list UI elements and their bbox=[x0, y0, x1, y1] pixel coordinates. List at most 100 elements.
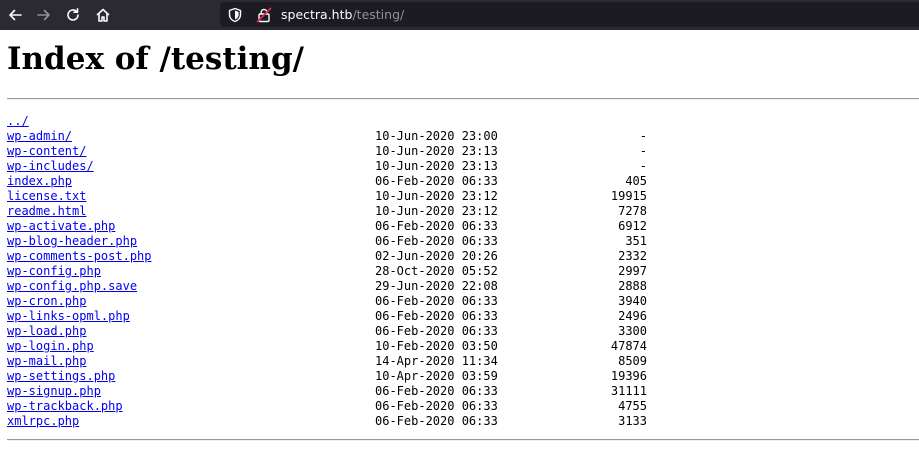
file-date: 10-Jun-2020 23:12 bbox=[375, 189, 498, 203]
listing-row: wp-admin/10-Jun-2020 23:00 - bbox=[7, 129, 647, 144]
listing-row: wp-cron.php 06-Feb-2020 06:33 3940 bbox=[7, 294, 647, 309]
file-date: 06-Feb-2020 06:33 bbox=[375, 399, 498, 413]
shield-icon[interactable] bbox=[227, 7, 243, 23]
file-date: 06-Feb-2020 06:33 bbox=[375, 414, 498, 428]
listing-row: license.txt 10-Jun-2020 23:12 19915 bbox=[7, 189, 647, 204]
browser-toolbar: spectra.htb/testing/ bbox=[0, 0, 919, 30]
file-date: 10-Feb-2020 03:50 bbox=[375, 339, 498, 353]
reload-icon bbox=[67, 8, 79, 21]
url-path: /testing/ bbox=[352, 7, 405, 22]
file-size: 4755 bbox=[618, 399, 647, 413]
file-date: 06-Feb-2020 06:33 bbox=[375, 309, 498, 323]
bottom-divider bbox=[7, 439, 919, 441]
file-link[interactable]: wp-config.php bbox=[7, 264, 101, 279]
listing-row: wp-config.php 28-Oct-2020 05:52 2997 bbox=[7, 264, 647, 279]
top-divider bbox=[7, 98, 919, 100]
file-size: - bbox=[639, 129, 647, 143]
file-date: 02-Jun-2020 20:26 bbox=[375, 249, 498, 263]
file-link[interactable]: wp-includes/ bbox=[7, 159, 94, 174]
file-date: 06-Feb-2020 06:33 bbox=[375, 294, 498, 308]
file-date: 10-Jun-2020 23:13 bbox=[375, 159, 498, 173]
listing-row: wp-content/10-Jun-2020 23:13 - bbox=[7, 144, 647, 159]
file-link[interactable]: index.php bbox=[7, 174, 72, 189]
arrow-left-icon bbox=[9, 9, 22, 21]
file-date: 06-Feb-2020 06:33 bbox=[375, 324, 498, 338]
file-size: 2997 bbox=[618, 264, 647, 278]
url-text[interactable]: spectra.htb/testing/ bbox=[281, 7, 404, 22]
file-date: 10-Jun-2020 23:00 bbox=[375, 129, 498, 143]
listing-row: wp-comments-post.php 02-Jun-2020 20:26 233… bbox=[7, 249, 647, 264]
file-size: 19396 bbox=[610, 369, 647, 383]
file-date: 10-Jun-2020 23:13 bbox=[375, 144, 498, 158]
file-size: 351 bbox=[625, 234, 647, 248]
file-date: 06-Feb-2020 06:33 bbox=[375, 219, 498, 233]
file-link[interactable]: wp-signup.php bbox=[7, 384, 101, 399]
file-size: 47874 bbox=[610, 339, 647, 353]
back-button[interactable] bbox=[4, 4, 26, 26]
listing-row: wp-login.php 10-Feb-2020 03:50 47874 bbox=[7, 339, 647, 354]
file-size: 405 bbox=[625, 174, 647, 188]
file-date: 10-Jun-2020 23:12 bbox=[375, 204, 498, 218]
file-size: 19915 bbox=[610, 189, 647, 203]
file-link[interactable]: wp-admin/ bbox=[7, 129, 72, 144]
file-size: 3940 bbox=[618, 294, 647, 308]
listing-row: wp-includes/10-Jun-2020 23:13 - bbox=[7, 159, 647, 174]
listing-row: xmlrpc.php 06-Feb-2020 06:33 3133 bbox=[7, 414, 647, 429]
insecure-lock-icon[interactable] bbox=[256, 7, 272, 23]
file-size: 3133 bbox=[618, 414, 647, 428]
file-size: 6912 bbox=[618, 219, 647, 233]
file-size: 8509 bbox=[618, 354, 647, 368]
file-link[interactable]: wp-cron.php bbox=[7, 294, 86, 309]
url-host: spectra.htb bbox=[281, 7, 353, 22]
file-size: - bbox=[639, 159, 647, 173]
arrow-right-icon bbox=[37, 9, 50, 21]
file-date: 06-Feb-2020 06:33 bbox=[375, 384, 498, 398]
file-link[interactable]: wp-blog-header.php bbox=[7, 234, 137, 249]
file-link[interactable]: wp-links-opml.php bbox=[7, 309, 130, 324]
file-link[interactable]: wp-login.php bbox=[7, 339, 94, 354]
listing-row: readme.html 10-Jun-2020 23:12 7278 bbox=[7, 204, 647, 219]
forward-button[interactable] bbox=[33, 4, 55, 26]
file-link[interactable]: wp-activate.php bbox=[7, 219, 115, 234]
listing-row: index.php 06-Feb-2020 06:33 405 bbox=[7, 174, 647, 189]
listing-row: wp-activate.php 06-Feb-2020 06:33 6912 bbox=[7, 219, 647, 234]
listing-row: ../ bbox=[7, 114, 647, 129]
file-size: 7278 bbox=[618, 204, 647, 218]
file-link[interactable]: wp-settings.php bbox=[7, 369, 115, 384]
file-size: 2496 bbox=[618, 309, 647, 323]
file-link[interactable]: readme.html bbox=[7, 204, 86, 219]
page-content: Index of /testing/ ../wp-admin/10-Jun-20… bbox=[0, 30, 919, 459]
listing-row: wp-links-opml.php 06-Feb-2020 06:33 2496 bbox=[7, 309, 647, 324]
file-size: - bbox=[639, 144, 647, 158]
file-date: 06-Feb-2020 06:33 bbox=[375, 234, 498, 248]
file-link[interactable]: ../ bbox=[7, 114, 29, 129]
file-size: 3300 bbox=[618, 324, 647, 338]
file-link[interactable]: wp-mail.php bbox=[7, 354, 86, 369]
file-size: 2332 bbox=[618, 249, 647, 263]
file-date: 06-Feb-2020 06:33 bbox=[375, 174, 498, 188]
file-date: 28-Oct-2020 05:52 bbox=[375, 264, 498, 278]
listing-row: wp-mail.php 14-Apr-2020 11:34 8509 bbox=[7, 354, 647, 369]
listing-row: wp-signup.php 06-Feb-2020 06:33 31111 bbox=[7, 384, 647, 399]
listing-row: wp-settings.php 10-Apr-2020 03:59 19396 bbox=[7, 369, 647, 384]
url-bar[interactable]: spectra.htb/testing/ bbox=[220, 2, 919, 27]
file-size: 31111 bbox=[610, 384, 647, 398]
page-title: Index of /testing/ bbox=[7, 41, 304, 77]
file-listing: ../wp-admin/10-Jun-2020 23:00- wp-content… bbox=[7, 114, 647, 429]
reload-button[interactable] bbox=[62, 4, 84, 26]
listing-row: wp-blog-header.php 06-Feb-2020 06:33 351 bbox=[7, 234, 647, 249]
file-link[interactable]: wp-content/ bbox=[7, 144, 86, 159]
home-button[interactable] bbox=[92, 4, 114, 26]
listing-row: wp-load.php 06-Feb-2020 06:33 3300 bbox=[7, 324, 647, 339]
file-date: 10-Apr-2020 03:59 bbox=[375, 369, 498, 383]
home-icon bbox=[96, 8, 110, 22]
file-link[interactable]: wp-config.php.save bbox=[7, 279, 137, 294]
file-link[interactable]: wp-comments-post.php bbox=[7, 249, 152, 264]
listing-row: wp-config.php.save 29-Jun-2020 22:08 2888 bbox=[7, 279, 647, 294]
file-date: 29-Jun-2020 22:08 bbox=[375, 279, 498, 293]
listing-row: wp-trackback.php 06-Feb-2020 06:33 4755 bbox=[7, 399, 647, 414]
file-link[interactable]: xmlrpc.php bbox=[7, 414, 79, 429]
file-link[interactable]: wp-load.php bbox=[7, 324, 86, 339]
file-link[interactable]: wp-trackback.php bbox=[7, 399, 123, 414]
file-link[interactable]: license.txt bbox=[7, 189, 86, 204]
